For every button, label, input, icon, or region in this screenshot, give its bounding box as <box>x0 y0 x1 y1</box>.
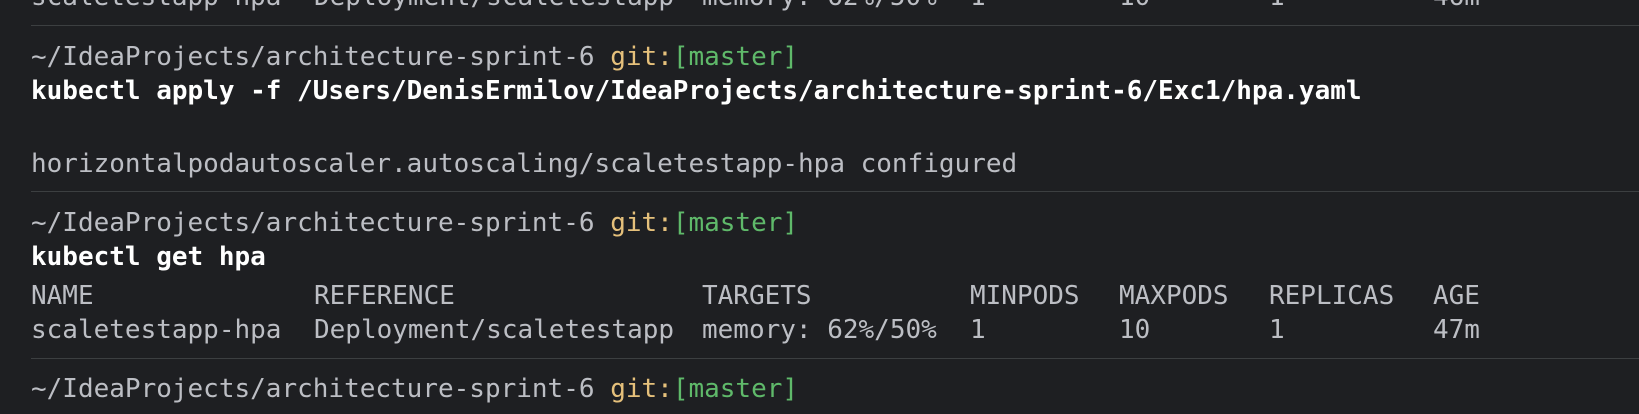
prompt-line: ~/IdeaProjects/architecture-sprint-6 git… <box>31 40 798 74</box>
prev-cell-targets: memory: 62%/50% <box>702 0 937 14</box>
header-replicas: REPLICAS <box>1269 281 1395 311</box>
prompt-line: ~/IdeaProjects/architecture-sprint-6 git… <box>31 206 798 240</box>
cell-replicas: 1 <box>1269 315 1285 345</box>
header-name: NAME <box>31 281 94 311</box>
git-branch: [master] <box>672 208 799 238</box>
command-output: horizontalpodautoscaler.autoscaling/scal… <box>31 149 1018 179</box>
block-separator <box>31 358 1639 359</box>
prev-cell-age: 46m <box>1433 0 1480 14</box>
prev-cell-maxpods: 10 <box>1119 0 1150 14</box>
block-separator <box>31 25 1639 26</box>
git-branch: [master] <box>672 374 799 404</box>
cell-targets: memory: 62%/50% <box>702 315 937 345</box>
prev-cell-reference: Deployment/scaletestapp <box>314 0 674 14</box>
header-maxpods: MAXPODS <box>1119 281 1229 311</box>
prev-cell-replicas: 1 <box>1269 0 1285 14</box>
git-label: git: <box>610 42 673 72</box>
git-branch: [master] <box>672 42 799 72</box>
block-separator <box>31 191 1639 192</box>
command-line[interactable]: kubectl apply -f /Users/DenisErmilov/Ide… <box>31 74 1362 108</box>
prompt-path: ~/IdeaProjects/architecture-sprint-6 <box>31 374 595 404</box>
header-age: AGE <box>1433 281 1480 311</box>
cell-age: 47m <box>1433 315 1480 345</box>
cell-name: scaletestapp-hpa <box>31 315 282 345</box>
command-line[interactable]: kubectl get hpa <box>31 240 266 274</box>
cell-maxpods: 10 <box>1119 315 1151 345</box>
header-reference: REFERENCE <box>314 281 455 311</box>
git-label: git: <box>610 374 673 404</box>
git-label: git: <box>610 208 673 238</box>
prev-cell-minpods: 1 <box>970 0 986 14</box>
prev-cell-name: scaletestapp-hpa <box>31 0 281 14</box>
prompt-path: ~/IdeaProjects/architecture-sprint-6 <box>31 208 595 238</box>
prompt-line: ~/IdeaProjects/architecture-sprint-6 git… <box>31 372 798 406</box>
header-minpods: MINPODS <box>970 281 1080 311</box>
prompt-path: ~/IdeaProjects/architecture-sprint-6 <box>31 42 595 72</box>
cell-reference: Deployment/scaletestapp <box>314 315 675 345</box>
header-targets: TARGETS <box>702 281 812 311</box>
cell-minpods: 1 <box>970 315 986 345</box>
